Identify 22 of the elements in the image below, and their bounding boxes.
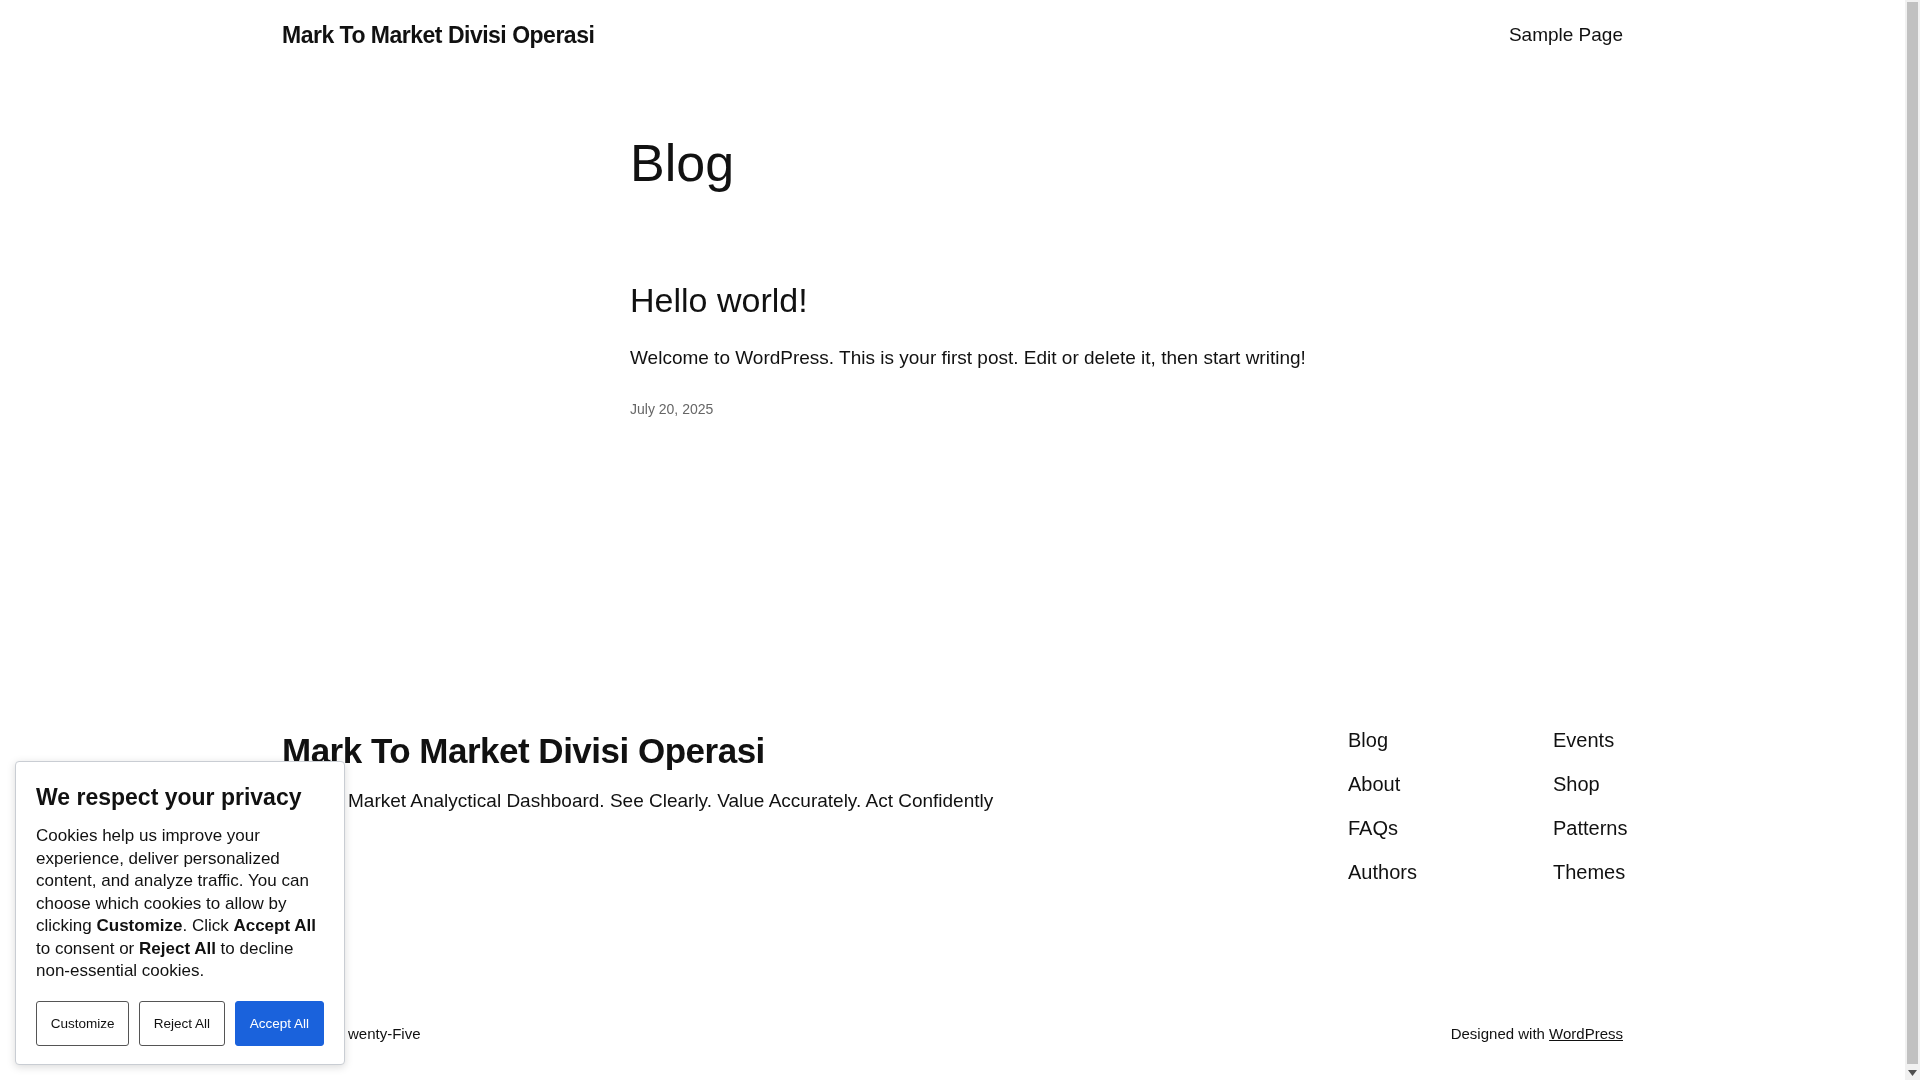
footer-link[interactable]: Events [1553,729,1623,752]
footer-link[interactable]: Shop [1553,773,1623,796]
cookie-button[interactable]: Reject All [139,1000,225,1046]
scroll-down-icon[interactable] [1908,1070,1917,1076]
site-title[interactable]: Mark To Market Divisi Operasi [282,21,595,49]
credit-link[interactable]: WordPress [1549,1025,1623,1042]
footer-link[interactable]: Blog [1348,729,1503,752]
cookie-button[interactable]: Accept All [234,1000,324,1046]
nav-link[interactable]: Sample Page [1508,24,1623,45]
credit-text: Designed with WordPress [1450,1025,1623,1042]
post-title[interactable]: Hello world! [630,280,1623,322]
page-heading: Blog [630,133,736,194]
cookie-text: Cookies help us improve your experience, deliver personalized content, and analyze traffic. You can choose which cookies to allow by clicking Customize. Click Accept All to consent or Reject All to decline non-essential cookies. [36,825,317,982]
footer-link[interactable]: FAQs [1348,817,1503,840]
scrollbar[interactable] [1905,0,1920,1080]
footer-link[interactable]: Themes [1553,861,1623,884]
cookie-title: We respect your privacy [36,784,303,811]
post-excerpt: Welcome to WordPress. This is your first post. Edit or delete it, then start writing! [630,347,1307,370]
cookie-button[interactable]: Customize [36,1000,130,1046]
footer-link[interactable]: Authors [1348,861,1503,884]
post-date: July 20, 2025 [630,401,715,418]
footer-link[interactable]: About [1348,773,1503,796]
